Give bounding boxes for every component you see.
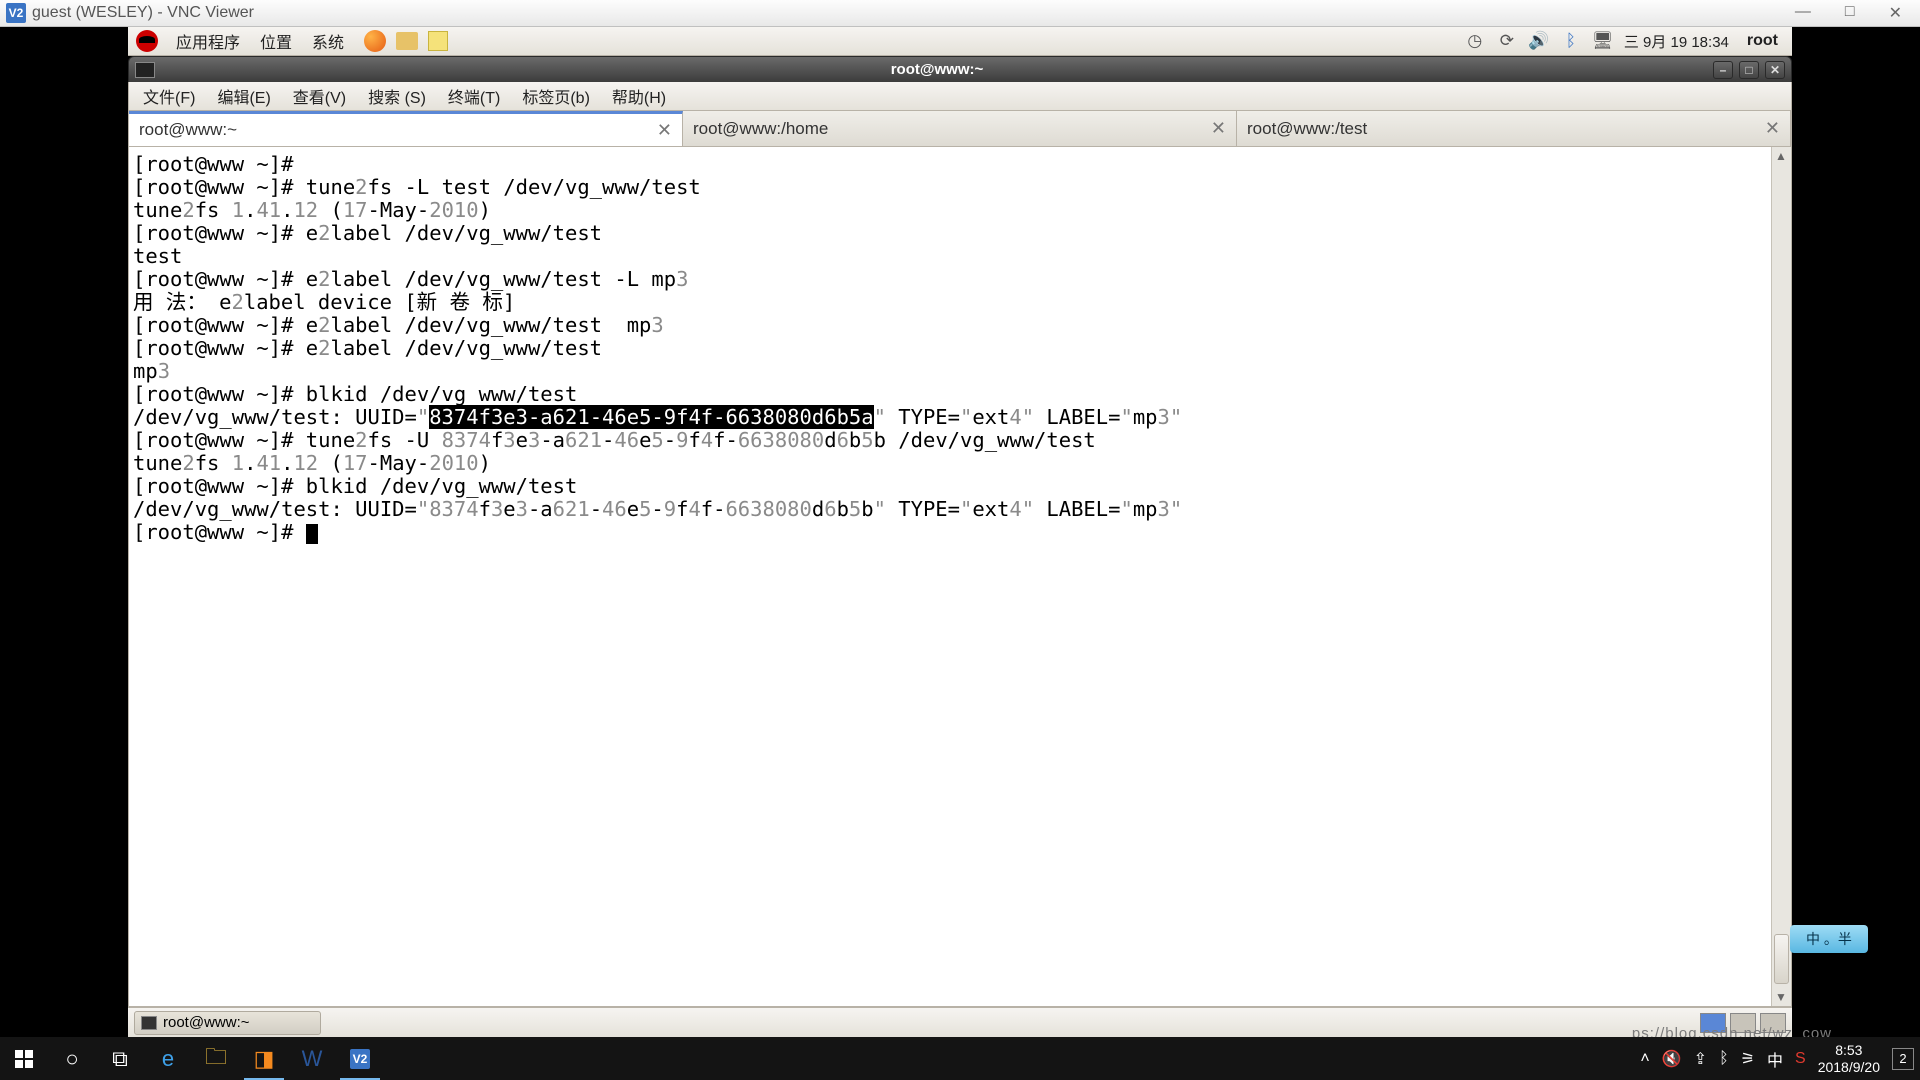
vnc-maximize-button[interactable]: □ <box>1845 3 1855 23</box>
menu-terminal[interactable]: 终端(T) <box>438 82 510 110</box>
tab-close-icon[interactable]: ✕ <box>1765 118 1780 139</box>
vnc-title-text: guest (WESLEY) - VNC Viewer <box>32 4 254 22</box>
terminal-tab-2[interactable]: root@www:/test ✕ <box>1237 111 1791 146</box>
terminal-tabs: root@www:~ ✕ root@www:/home ✕ root@www:/… <box>128 111 1792 147</box>
file-explorer-icon[interactable]: 🗀 <box>192 1037 240 1080</box>
tab-close-icon[interactable]: ✕ <box>1211 118 1226 139</box>
vnc-close-button[interactable]: ✕ <box>1889 3 1902 23</box>
terminal-cursor <box>306 524 318 544</box>
workspace-3[interactable] <box>1760 1013 1786 1033</box>
windows-taskbar[interactable]: ○ ⧉ e 🗀 ◨ W V2 ˄ 🔇 ⇪ ᛒ ⚞ 中 S 8:53 2018/9… <box>0 1037 1920 1080</box>
windows-logo-icon <box>15 1050 33 1068</box>
gnome-bottom-panel[interactable]: root@www:~ <box>128 1007 1792 1037</box>
cpu-meter-icon[interactable]: ◷ <box>1464 30 1486 52</box>
terminal-icon <box>135 62 155 78</box>
remote-desktop: 应用程序 位置 系统 ◷ ⟳ 🔊 ᛒ 🖥 三 9月 19 18:34 root <box>128 27 1792 1037</box>
task-label: root@www:~ <box>163 1014 250 1031</box>
vmware-icon[interactable]: ◨ <box>240 1037 288 1080</box>
taskbar-terminal-button[interactable]: root@www:~ <box>134 1011 321 1035</box>
edge-icon[interactable]: e <box>144 1037 192 1080</box>
vnc-icon: V2 <box>6 3 26 23</box>
system-clock[interactable]: 8:53 2018/9/20 <box>1818 1042 1880 1076</box>
redhat-logo-icon[interactable] <box>136 30 158 52</box>
terminal-tab-label: root@www:~ <box>139 120 237 140</box>
menu-view[interactable]: 查看(V) <box>283 82 356 110</box>
workspace-1[interactable] <box>1700 1013 1726 1033</box>
tray-chevron-icon[interactable]: ˄ <box>1640 1050 1649 1068</box>
user-menu[interactable]: root <box>1739 32 1786 50</box>
vnc-viewer-taskbar-icon[interactable]: V2 <box>336 1037 384 1080</box>
network-icon[interactable]: 🖥 <box>1592 30 1614 52</box>
volume-icon[interactable]: 🔊 <box>1528 30 1550 52</box>
terminal-output[interactable]: [root@www ~]# [root@www ~]# tune2fs -L t… <box>129 147 1771 1006</box>
bluetooth-icon[interactable]: ᛒ <box>1560 30 1582 52</box>
terminal-titlebar[interactable]: root@www:~ – □ ✕ <box>128 56 1792 82</box>
terminal-window-title: root@www:~ <box>161 61 1713 78</box>
terminal-close-button[interactable]: ✕ <box>1765 61 1785 79</box>
terminal-tab-label: root@www:/test <box>1247 119 1367 139</box>
gedit-icon[interactable] <box>428 31 448 51</box>
vnc-minimize-button[interactable]: — <box>1795 3 1811 23</box>
tray-sogou-icon[interactable]: S <box>1795 1050 1806 1068</box>
workspace-2[interactable] <box>1730 1013 1756 1033</box>
menu-help[interactable]: 帮助(H) <box>602 82 676 110</box>
system-menu[interactable]: 系统 <box>302 29 354 53</box>
nautilus-icon[interactable] <box>396 32 418 50</box>
action-center-icon[interactable]: 2 <box>1892 1048 1914 1070</box>
tray-wifi-icon[interactable]: ⚞ <box>1741 1049 1755 1069</box>
tray-volume-icon[interactable]: 🔇 <box>1662 1049 1682 1069</box>
workspace-switcher[interactable] <box>1700 1013 1792 1033</box>
terminal-maximize-button[interactable]: □ <box>1739 61 1759 79</box>
gnome-top-panel[interactable]: 应用程序 位置 系统 ◷ ⟳ 🔊 ᛒ 🖥 三 9月 19 18:34 root <box>128 27 1792 56</box>
menu-tabs[interactable]: 标签页(b) <box>512 82 600 110</box>
terminal-tab-1[interactable]: root@www:/home ✕ <box>683 111 1237 146</box>
terminal-scrollbar[interactable] <box>1771 147 1791 1006</box>
places-menu[interactable]: 位置 <box>250 29 302 53</box>
tab-close-icon[interactable]: ✕ <box>657 120 672 141</box>
ime-indicator[interactable]: 中 。半 <box>1790 925 1868 953</box>
update-icon[interactable]: ⟳ <box>1496 30 1518 52</box>
terminal-minimize-button[interactable]: – <box>1713 61 1733 79</box>
scrollbar-thumb[interactable] <box>1774 934 1789 984</box>
menu-file[interactable]: 文件(F) <box>133 82 205 110</box>
terminal-tab-label: root@www:/home <box>693 119 828 139</box>
applications-menu[interactable]: 应用程序 <box>166 29 250 53</box>
menu-search[interactable]: 搜索 (S) <box>358 82 436 110</box>
tray-usb-icon[interactable]: ⇪ <box>1694 1049 1707 1069</box>
word-icon[interactable]: W <box>288 1037 336 1080</box>
menu-edit[interactable]: 编辑(E) <box>207 82 280 110</box>
vnc-titlebar[interactable]: V2 guest (WESLEY) - VNC Viewer — □ ✕ <box>0 0 1920 27</box>
vnc-window: V2 guest (WESLEY) - VNC Viewer — □ ✕ 应用程… <box>0 0 1920 1037</box>
firefox-icon[interactable] <box>364 30 386 52</box>
tray-bluetooth-icon[interactable]: ᛒ <box>1719 1050 1729 1068</box>
clock[interactable]: 三 9月 19 18:34 <box>1624 31 1729 52</box>
task-view-icon[interactable]: ⧉ <box>96 1037 144 1080</box>
terminal-menubar[interactable]: 文件(F) 编辑(E) 查看(V) 搜索 (S) 终端(T) 标签页(b) 帮助… <box>128 82 1792 111</box>
terminal-tab-0[interactable]: root@www:~ ✕ <box>129 111 683 146</box>
tray-ime-icon[interactable]: 中 <box>1767 1047 1783 1071</box>
terminal-icon <box>141 1016 157 1030</box>
cortana-icon[interactable]: ○ <box>48 1037 96 1080</box>
start-button[interactable] <box>0 1037 48 1080</box>
